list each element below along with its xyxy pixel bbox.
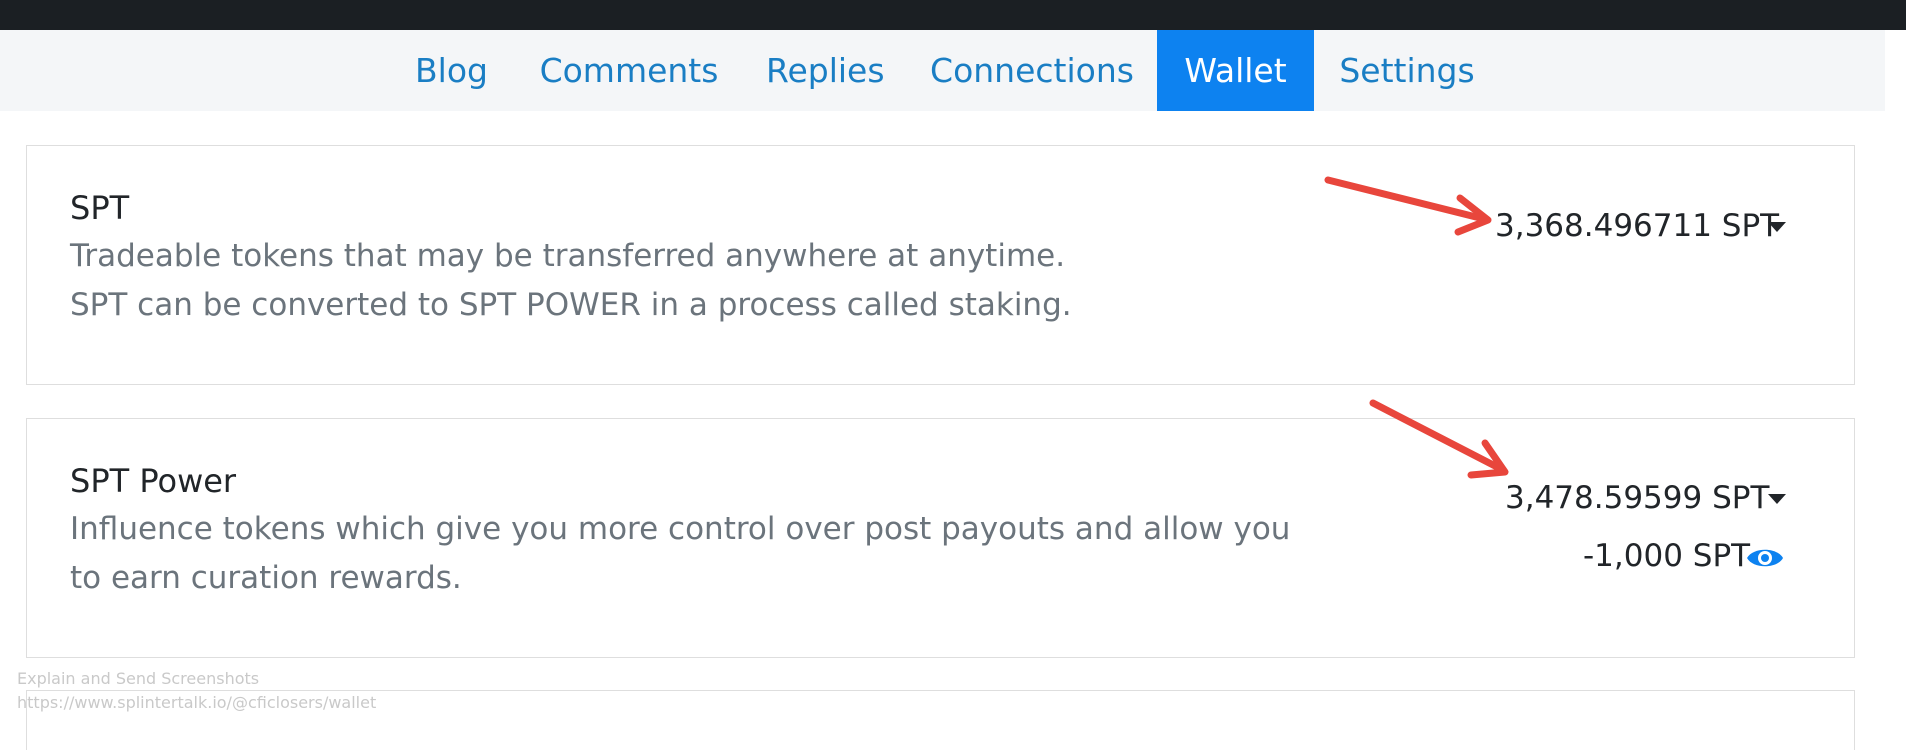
spt-title: SPT xyxy=(70,189,130,227)
spt-card: SPT Tradeable tokens that may be transfe… xyxy=(26,145,1855,385)
spt-power-description-line: Influence tokens which give you more con… xyxy=(70,511,1291,547)
spt-power-title: SPT Power xyxy=(70,462,237,500)
eye-icon[interactable] xyxy=(1745,543,1785,573)
spt-description-line: SPT can be converted to SPT POWER in a p… xyxy=(70,287,1072,323)
spt-power-description: Influence tokens which give you more con… xyxy=(70,505,1290,603)
tab-wallet[interactable]: Wallet xyxy=(1157,30,1314,111)
spt-power-description-line: to earn curation rewards. xyxy=(70,560,462,596)
red-arrow-annotation xyxy=(1369,399,1509,479)
overlay-caption: Explain and Send Screenshots xyxy=(17,669,260,688)
tab-comments[interactable]: Comments xyxy=(538,30,720,111)
spt-power-balance[interactable]: 3,478.59599 SPT xyxy=(1505,480,1769,516)
caret-down-icon[interactable] xyxy=(1768,222,1786,232)
scrollbar-gutter[interactable] xyxy=(1885,30,1906,729)
spt-balance[interactable]: 3,368.496711 SPT xyxy=(1495,208,1779,244)
red-arrow-annotation xyxy=(1324,176,1492,236)
tab-blog[interactable]: Blog xyxy=(404,30,499,111)
tab-settings[interactable]: Settings xyxy=(1339,30,1475,111)
spt-description: Tradeable tokens that may be transferred… xyxy=(70,232,1072,330)
overlay-url: https://www.splintertalk.io/@cficlosers/… xyxy=(17,693,377,712)
spt-power-card: SPT Power Influence tokens which give yo… xyxy=(26,418,1855,658)
top-bar xyxy=(0,0,1906,30)
caret-down-icon[interactable] xyxy=(1768,494,1786,504)
tab-replies[interactable]: Replies xyxy=(766,30,885,111)
spt-power-delegated: -1,000 SPT xyxy=(1583,538,1751,574)
spt-description-line: Tradeable tokens that may be transferred… xyxy=(70,238,1066,274)
tab-connections[interactable]: Connections xyxy=(929,30,1135,111)
